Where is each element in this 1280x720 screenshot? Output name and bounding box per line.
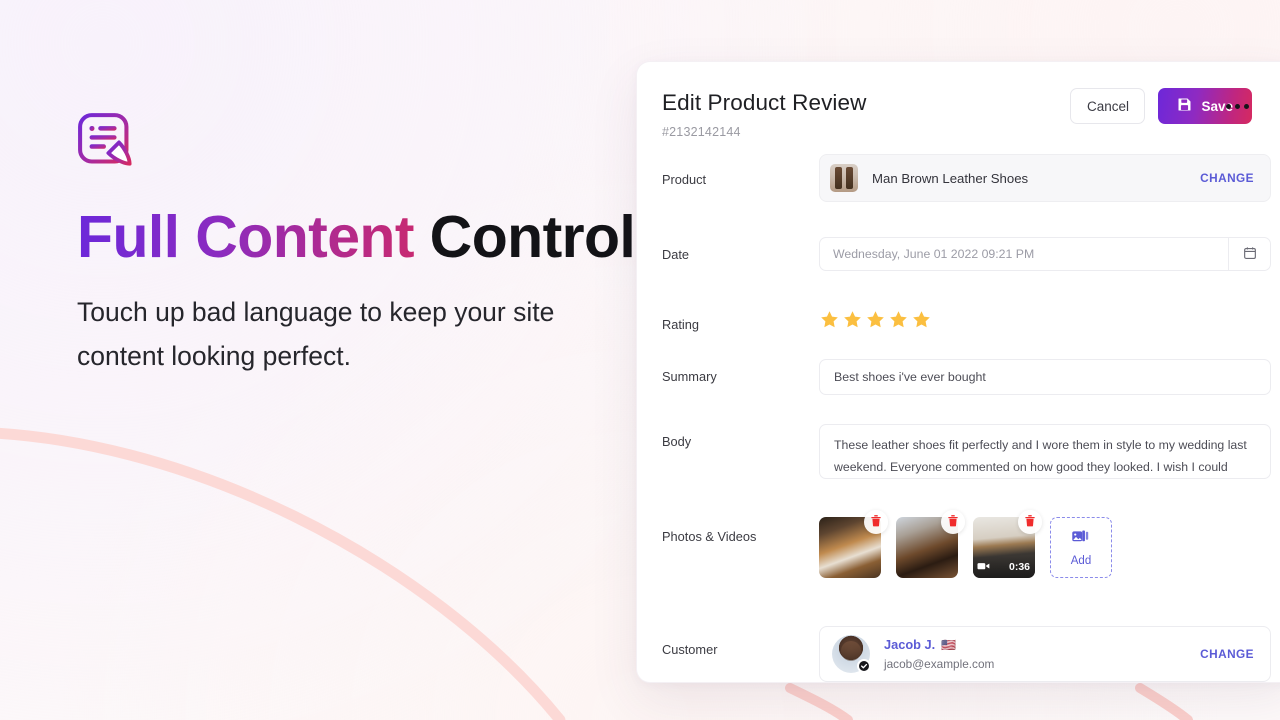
label-body: Body (662, 434, 692, 449)
form-row-date: Date (662, 237, 1271, 271)
customer-selector[interactable]: Jacob J. 🇺🇸 jacob@example.com CHANGE (819, 626, 1271, 682)
summary-field[interactable] (819, 359, 1271, 395)
form-row-photos: Photos & Videos 0:36 Add (662, 510, 1271, 578)
media-item[interactable]: 0:36 (973, 510, 1042, 578)
ellipsis-icon (1225, 103, 1231, 109)
summary-input[interactable] (834, 370, 1256, 384)
star-icon[interactable] (888, 309, 909, 335)
trash-icon (947, 514, 959, 530)
avatar (832, 635, 871, 673)
card-header: Edit Product Review #2132142144 Cancel S… (637, 62, 1280, 170)
form-row-product: Product Man Brown Leather Shoes CHANGE (662, 154, 1271, 202)
body-textarea[interactable] (834, 435, 1256, 478)
page-title-accent: Full Content (77, 204, 414, 270)
rating-stars[interactable] (819, 309, 1271, 335)
delete-media-button[interactable] (864, 510, 888, 534)
body-field[interactable] (819, 424, 1271, 479)
star-icon[interactable] (842, 309, 863, 335)
add-media-button[interactable]: Add (1050, 517, 1112, 578)
form-row-rating: Rating (662, 311, 1271, 335)
media-item[interactable] (819, 510, 888, 578)
label-summary: Summary (662, 369, 717, 384)
calendar-button[interactable] (1228, 238, 1270, 270)
star-icon[interactable] (819, 309, 840, 335)
page-title-plain: Control (413, 204, 636, 270)
label-photos: Photos & Videos (662, 529, 757, 544)
change-customer-button[interactable]: CHANGE (1200, 647, 1254, 661)
video-overlay: 0:36 (973, 556, 1035, 578)
more-options-button[interactable] (1222, 91, 1252, 121)
date-input[interactable] (820, 247, 1228, 261)
delete-media-button[interactable] (1018, 510, 1042, 534)
media-item[interactable] (896, 510, 965, 578)
edit-review-card: Edit Product Review #2132142144 Cancel S… (636, 61, 1280, 683)
country-flag-icon: 🇺🇸 (941, 637, 957, 652)
header-actions: Cancel Save (1070, 88, 1252, 124)
save-disk-icon (1177, 97, 1192, 115)
star-icon[interactable] (911, 309, 932, 335)
review-form: Product Man Brown Leather Shoes CHANGE D… (637, 154, 1280, 682)
customer-email: jacob@example.com (884, 657, 995, 671)
label-product: Product (662, 172, 707, 187)
product-thumbnail (830, 164, 858, 192)
document-edit-icon (77, 112, 617, 170)
form-row-body: Body (662, 424, 1271, 479)
change-product-button[interactable]: CHANGE (1200, 171, 1254, 185)
label-rating: Rating (662, 317, 699, 332)
label-date: Date (662, 247, 690, 262)
ellipsis-icon (1234, 103, 1240, 109)
media-list: 0:36 Add (819, 510, 1271, 578)
form-row-customer: Customer Jacob J. 🇺🇸 jacob@example.com C… (662, 626, 1271, 682)
verified-check-icon (857, 659, 871, 673)
product-name: Man Brown Leather Shoes (872, 170, 1029, 186)
video-camera-icon (977, 558, 990, 576)
video-duration: 0:36 (1008, 561, 1030, 573)
add-media-label: Add (1070, 554, 1092, 567)
hero-section: Full Content Control Touch up bad langua… (77, 112, 636, 379)
star-icon[interactable] (865, 309, 886, 335)
date-field[interactable] (819, 237, 1271, 271)
page-title: Full Content Control (77, 204, 636, 270)
cancel-button[interactable]: Cancel (1070, 88, 1146, 124)
ellipsis-icon (1243, 103, 1249, 109)
trash-icon (1024, 514, 1036, 530)
delete-media-button[interactable] (941, 510, 965, 534)
review-id: #2132142144 (662, 125, 741, 139)
customer-name-row: Jacob J. 🇺🇸 (884, 637, 1200, 652)
form-row-summary: Summary (662, 359, 1271, 395)
add-photos-icon (1071, 529, 1091, 552)
trash-icon (870, 514, 882, 530)
label-customer: Customer (662, 642, 718, 657)
page-subtitle: Touch up bad language to keep your site … (77, 296, 555, 371)
customer-name: Jacob J. (884, 637, 936, 652)
calendar-icon (1243, 246, 1257, 263)
